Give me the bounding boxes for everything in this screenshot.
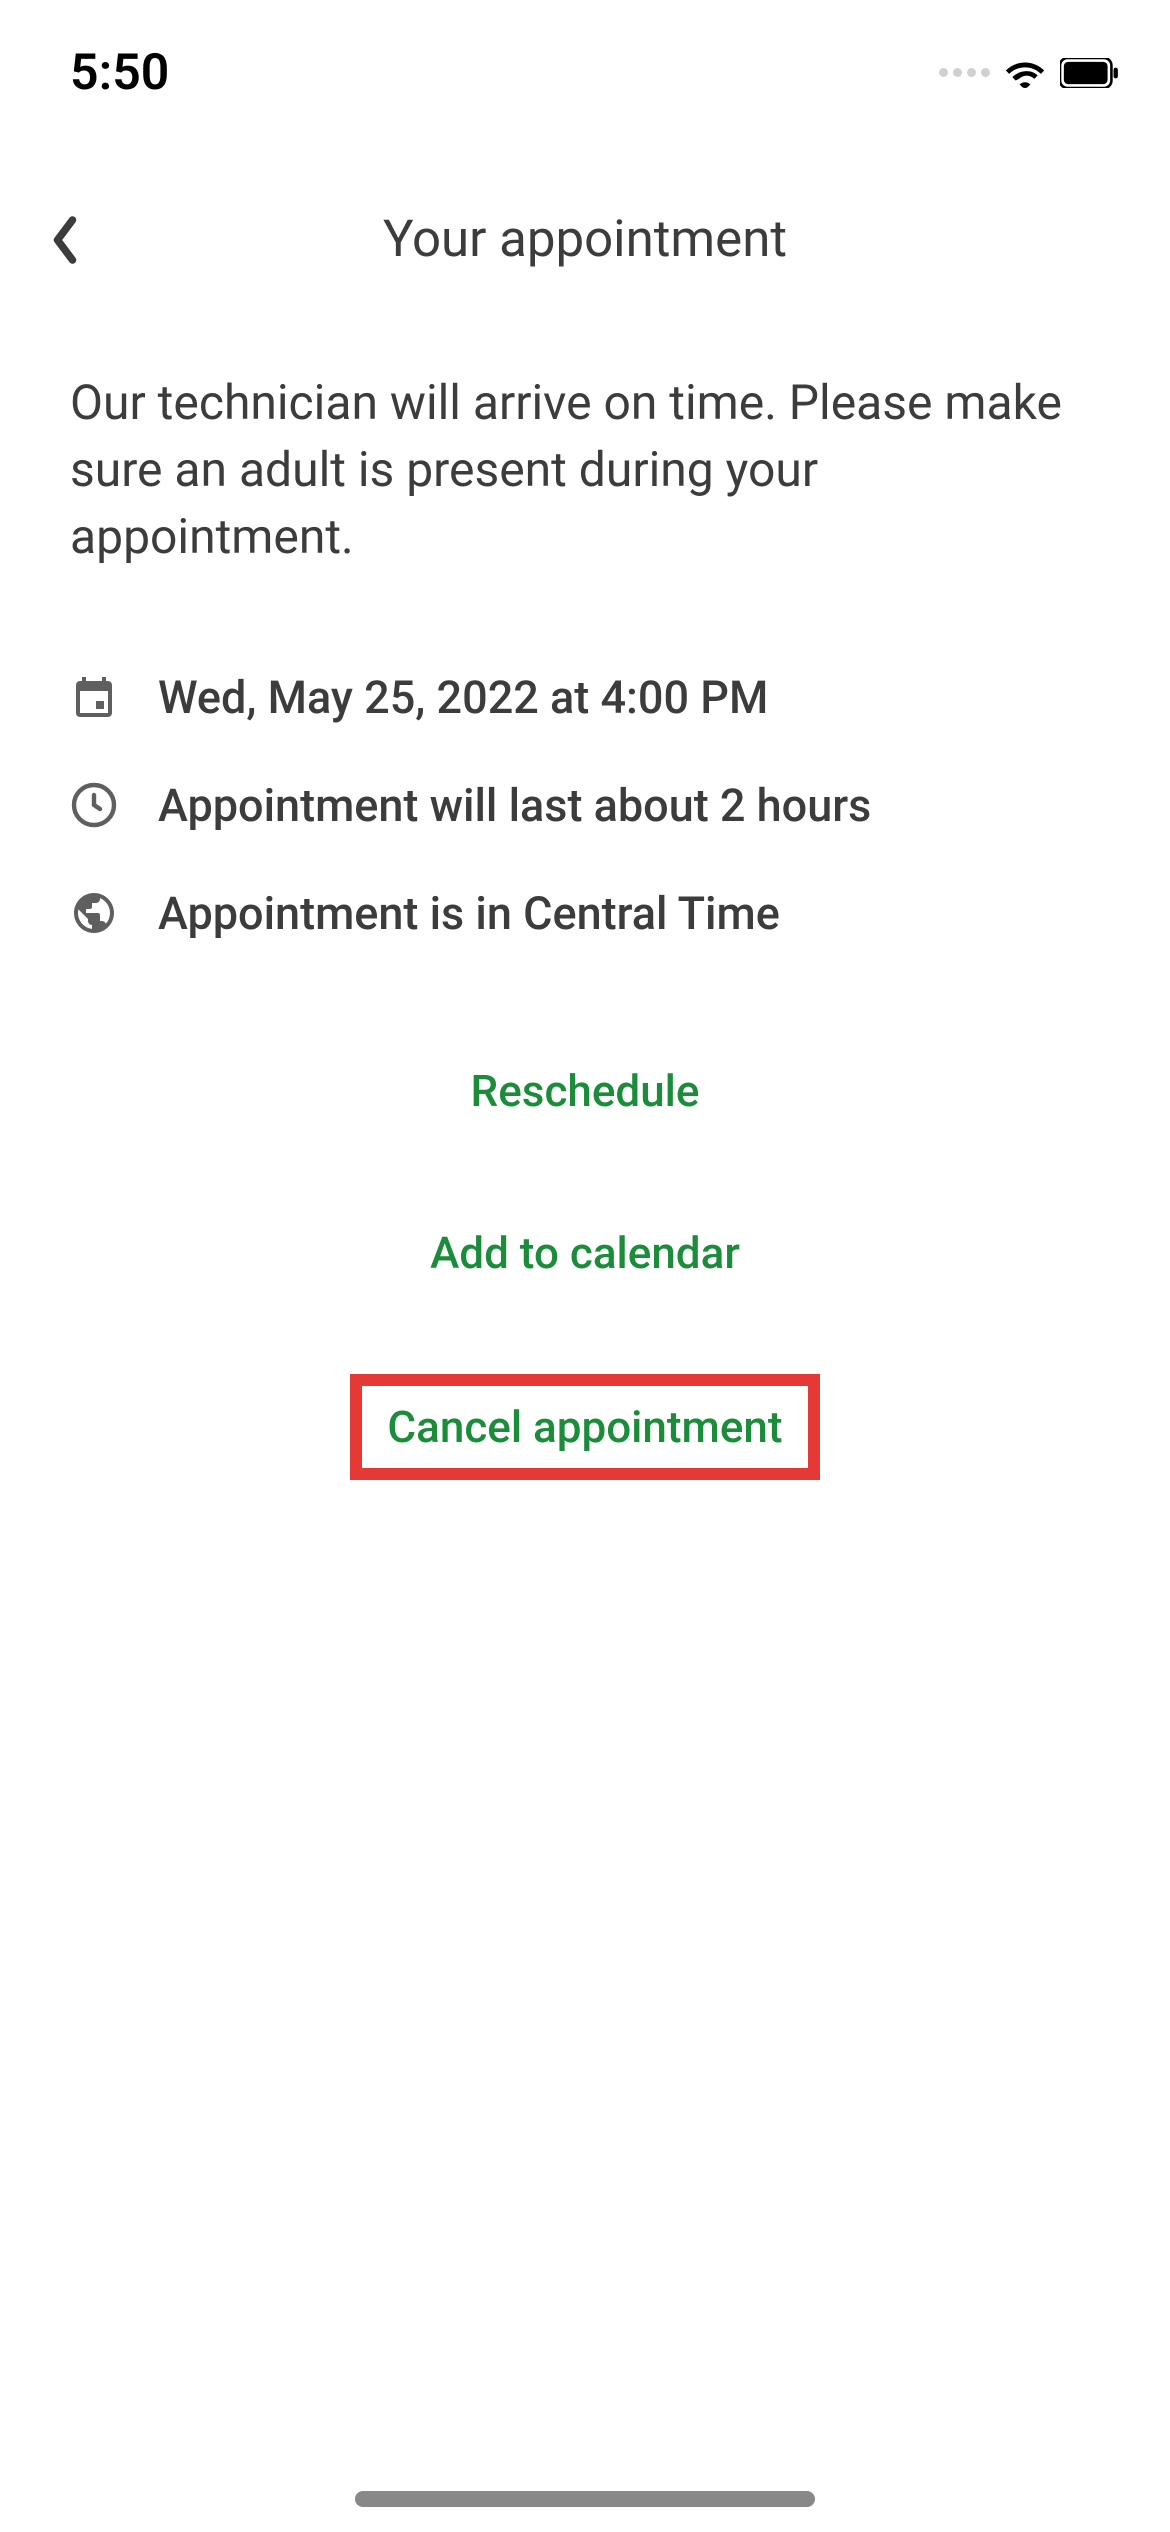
cancel-appointment-button[interactable]: Cancel appointment	[350, 1374, 819, 1480]
signal-dots-icon	[939, 68, 990, 77]
home-indicator[interactable]	[355, 2491, 815, 2507]
globe-icon	[70, 889, 118, 937]
nav-header: Your appointment	[0, 130, 1170, 319]
appointment-description: Our technician will arrive on time. Plea…	[70, 369, 1100, 571]
page-title: Your appointment	[45, 210, 1125, 269]
calendar-icon	[70, 673, 118, 721]
back-button[interactable]	[45, 215, 85, 265]
detail-row-timezone: Appointment is in Central Time	[70, 887, 1100, 940]
chevron-left-icon	[45, 215, 85, 265]
reschedule-button[interactable]: Reschedule	[446, 1050, 725, 1132]
add-to-calendar-button[interactable]: Add to calendar	[405, 1212, 765, 1294]
status-time: 5:50	[70, 44, 169, 102]
action-buttons: Reschedule Add to calendar Cancel appoin…	[70, 1050, 1100, 1480]
battery-icon	[1060, 58, 1120, 88]
appointment-details: Wed, May 25, 2022 at 4:00 PM Appointment…	[70, 671, 1100, 940]
status-indicators	[939, 58, 1120, 88]
clock-icon	[70, 781, 118, 829]
detail-row-datetime: Wed, May 25, 2022 at 4:00 PM	[70, 671, 1100, 724]
detail-duration-text: Appointment will last about 2 hours	[158, 779, 871, 832]
content: Our technician will arrive on time. Plea…	[0, 319, 1170, 1530]
detail-datetime-text: Wed, May 25, 2022 at 4:00 PM	[158, 671, 768, 724]
wifi-icon	[1005, 58, 1045, 88]
detail-row-duration: Appointment will last about 2 hours	[70, 779, 1100, 832]
status-bar: 5:50	[0, 0, 1170, 130]
detail-timezone-text: Appointment is in Central Time	[158, 887, 780, 940]
